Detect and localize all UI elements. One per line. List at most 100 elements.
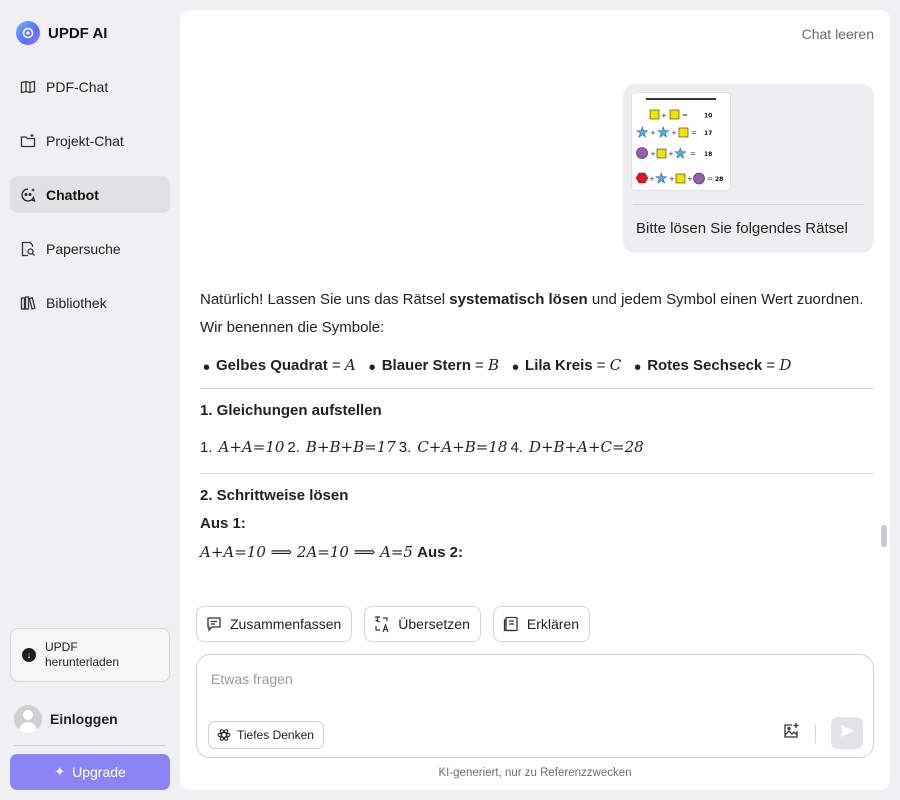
deep-thinking-toggle[interactable]: Tiefes Denken (208, 721, 324, 749)
equation-list: 1. A+A=10 2. B+B+B=17 3. C+A+B=18 4. D+B… (200, 429, 874, 465)
symbol-var: B (488, 356, 500, 374)
svg-text:+: + (650, 129, 656, 137)
sidebar-item-label: Papersuche (46, 240, 121, 257)
symbol-list: • Gelbes Quadrat = A • Blauer Stern = B … (203, 356, 792, 379)
summarize-icon (205, 615, 223, 633)
svg-text:+: + (661, 112, 667, 120)
chat-input[interactable] (211, 671, 751, 693)
equation-number: 1. (200, 438, 213, 456)
symbol-name: Blauer Stern (381, 356, 471, 374)
app-title: UPDF AI (48, 24, 108, 42)
equation-number: 3. (398, 438, 412, 456)
upgrade-label: Upgrade (72, 764, 126, 780)
scrollbar-thumb[interactable] (881, 525, 887, 547)
user-message-bubble: + = 10 ★ + ★ + = 17 + + ★ = 18 + ★ + + =… (623, 84, 874, 253)
attached-image[interactable]: + = 10 ★ + ★ + = 17 + + ★ = 18 + ★ + + =… (631, 92, 731, 191)
sidebar-item-label: Chatbot (46, 186, 99, 203)
avatar (14, 705, 42, 733)
svg-text:28: 28 (715, 176, 723, 183)
user-message-text: Bitte lösen Sie folgendes Rätsel (636, 220, 848, 237)
svg-text:18: 18 (704, 151, 712, 158)
bullet: • (368, 356, 376, 379)
download-icon: ↓ (22, 648, 36, 662)
sparkle-icon: ✦ (54, 764, 66, 779)
derivation-line: A+A=10 ⟹ 2A=10 ⟹ A=5 Aus 2: (200, 538, 874, 567)
updf-logo-icon (16, 21, 40, 45)
svg-text:=: = (682, 112, 688, 120)
svg-text:★: ★ (674, 146, 687, 162)
disclaimer: KI-generiert, nur zu Referenzzwecken (438, 767, 632, 779)
download-updf-button[interactable]: ↓ UPDF herunterladen (10, 628, 170, 682)
svg-text:+: + (650, 150, 656, 158)
composer: Tiefes Denken (196, 654, 874, 758)
explain-label: Erklären (526, 616, 580, 632)
upgrade-button[interactable]: ✦ Upgrade (10, 754, 170, 790)
login-button[interactable]: Einloggen (14, 705, 118, 733)
sidebar-item-chatbot[interactable]: Chatbot (10, 176, 170, 213)
divider (815, 725, 816, 743)
svg-text:=: = (707, 175, 713, 183)
translate-button[interactable]: Übersetzen (364, 606, 481, 642)
svg-text:10: 10 (704, 113, 712, 120)
equation: B+B+B=17 (305, 438, 396, 456)
summarize-button[interactable]: Zusammenfassen (196, 606, 353, 642)
image-add-icon (782, 722, 800, 745)
send-icon (839, 723, 855, 744)
quick-actions: Zusammenfassen Übersetzen Erklären (196, 606, 602, 642)
brand[interactable]: UPDF AI (16, 21, 107, 45)
svg-text:+: + (671, 129, 677, 137)
translate-label: Übersetzen (398, 616, 470, 632)
case-heading: Aus 2: (417, 544, 463, 561)
divider (14, 745, 166, 746)
equation: D+B+A+C=28 (528, 438, 644, 456)
sidebar-item-label: PDF-Chat (46, 78, 109, 95)
explain-icon (502, 615, 520, 633)
svg-text:+: + (687, 175, 693, 183)
folder-plus-icon (20, 133, 36, 149)
summarize-label: Zusammenfassen (230, 616, 342, 632)
answer-intro: Natürlich! Lassen Sie uns das Rätsel sys… (200, 291, 864, 308)
equation-number: 4. (510, 438, 523, 456)
library-icon (20, 295, 36, 311)
deep-thinking-label: Tiefes Denken (237, 728, 314, 742)
answer-intro-2: Wir benennen die Symbole: (200, 319, 385, 336)
sidebar-item-pdf-chat[interactable]: PDF-Chat (10, 68, 170, 105)
sidebar-item-papersuche[interactable]: Papersuche (10, 230, 170, 267)
clear-chat-button[interactable]: Chat leeren (802, 26, 874, 42)
case-heading: Aus 1: (200, 515, 246, 532)
section-heading: 1. Gleichungen aufstellen (200, 402, 382, 419)
divider (200, 388, 874, 389)
chat-panel: Chat leeren + = 10 ★ + ★ + = 17 + + ★ = … (180, 10, 890, 790)
bullet: • (634, 356, 642, 379)
sidebar: UPDF AI PDF-Chat Projekt-Chat Chatbot Pa… (0, 0, 180, 800)
download-label: UPDF herunterladen (45, 640, 120, 669)
book-open-icon (20, 79, 36, 95)
assistant-answer: Natürlich! Lassen Sie uns das Rätsel sys… (200, 286, 874, 567)
sidebar-nav: PDF-Chat Projekt-Chat Chatbot Papersuche… (10, 68, 170, 338)
translate-icon (373, 615, 391, 633)
add-image-button[interactable] (779, 721, 803, 745)
symbol-name: Lila Kreis (525, 356, 593, 374)
sidebar-item-projekt-chat[interactable]: Projekt-Chat (10, 122, 170, 159)
explain-button[interactable]: Erklären (492, 606, 591, 642)
symbol-name: Rotes Sechseck (647, 356, 763, 374)
section-heading: 2. Schrittweise lösen (200, 487, 349, 504)
atom-icon (217, 728, 231, 742)
equation-number: 2. (287, 438, 300, 456)
svg-text:★: ★ (657, 125, 670, 141)
document-search-icon (20, 241, 36, 257)
equation: A+A=10 (218, 438, 285, 456)
svg-text:★: ★ (636, 125, 649, 141)
svg-text:★: ★ (655, 171, 668, 187)
sidebar-item-bibliothek[interactable]: Bibliothek (10, 284, 170, 321)
svg-text:17: 17 (704, 130, 712, 137)
divider (633, 204, 864, 205)
send-button[interactable] (831, 717, 863, 749)
equation: C+A+B=18 (417, 438, 508, 456)
divider (200, 473, 874, 474)
svg-text:=: = (691, 129, 697, 137)
symbol-var: D (779, 356, 792, 374)
svg-text:+: + (669, 175, 675, 183)
login-label: Einloggen (50, 711, 118, 727)
bullet: • (512, 356, 520, 379)
